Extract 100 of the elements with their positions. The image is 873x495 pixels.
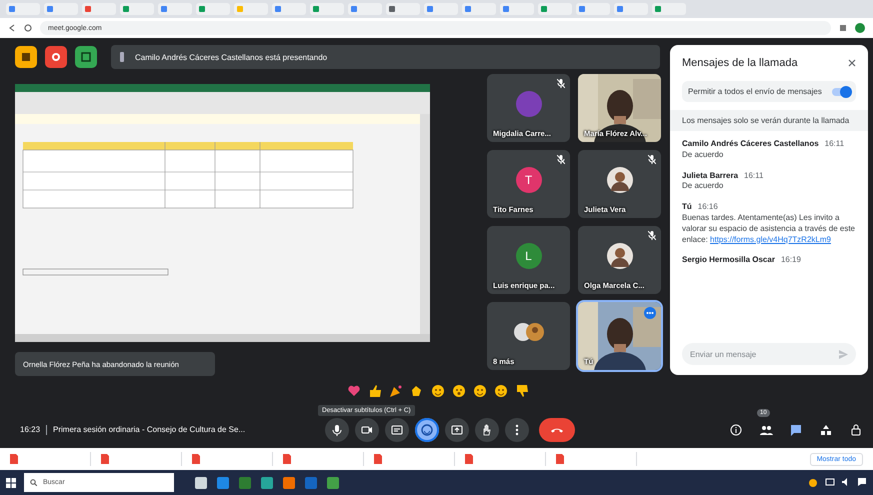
browser-tab[interactable] [576,3,610,15]
favicon-icon [579,6,585,12]
browser-tab[interactable] [538,3,572,15]
message-time: 16:16 [698,202,718,213]
party-popper-icon[interactable] [389,384,403,398]
note-icon [19,50,33,64]
microphone-icon [330,423,344,437]
banner-text: Camilo Andrés Cáceres Castellanos está presentando [135,52,328,62]
favicon-icon [655,6,661,12]
info-icon [729,423,743,437]
calendar-icon [79,50,93,64]
mic-button[interactable] [325,418,349,442]
activities-icon [819,423,833,437]
weather-icon [807,476,819,488]
record-icon [49,50,63,64]
back-icon[interactable] [8,24,16,32]
chat-icon [789,423,803,437]
lock-icon [849,423,863,437]
more-options-icon[interactable] [644,307,656,319]
message-text: Buenas tardes. Atentamente(as) Les invito a valorar su espacio de asistencia a través de este enlace: https://forms.gle/v4Hq7TzR2kLm9 [682,212,856,246]
close-icon[interactable] [848,59,856,67]
thumbs-down-icon[interactable] [515,384,529,398]
favicon-icon [199,6,205,12]
meeting-title: Primera sesión ordinaria - Consejo de Cultura de Se... [53,425,246,435]
browser-tab[interactable] [348,3,382,15]
browser-tab[interactable] [386,3,420,15]
taskbar-app-icon[interactable] [194,476,208,490]
avatar-initial: L [525,249,532,263]
search-icon [30,479,37,486]
browser-tab[interactable] [424,3,458,15]
windows-start-icon[interactable] [6,478,16,488]
browser-tab[interactable] [614,3,648,15]
taskbar-app-icon[interactable] [326,476,340,490]
end-button[interactable] [539,418,575,442]
panel-title: Mensajes de la llamada [682,57,798,69]
placeholder-text: Enviar un mensaje [690,350,756,358]
message-time: 16:11 [744,170,764,182]
notice-text: Los mensajes solo se verán durante la llamada [670,110,868,131]
setting-label: Permitir a todos el envío de mensajes [688,87,822,96]
taskbar-app-icon[interactable] [282,476,296,490]
favicon-icon [161,6,167,12]
captions-icon [390,423,404,437]
favicon-icon [9,6,15,12]
smiling-face-icon[interactable] [473,384,487,398]
smiley-icon [420,423,434,437]
favicon-icon [313,6,319,12]
favicon-icon [237,6,243,12]
browser-tab[interactable] [500,3,534,15]
calendar-button[interactable] [75,46,97,68]
avatar-initial: T [524,173,532,187]
reload-icon[interactable] [24,24,32,32]
message-input-field[interactable]: Enviar un mensaje [682,343,856,365]
browser-tab[interactable] [462,3,496,15]
reactions-button[interactable] [415,418,439,442]
sender-name: Tú [682,202,692,213]
browser-tab[interactable] [310,3,344,15]
people-icon [759,423,773,437]
network-icon [825,476,835,486]
favicon-icon [85,6,91,12]
more-button[interactable] [505,418,529,442]
profile-icon[interactable] [855,23,865,33]
browser-tab[interactable] [158,3,192,15]
captions-button[interactable] [385,418,409,442]
browser-tab[interactable] [6,3,40,15]
browser-tab[interactable] [120,3,154,15]
present-screen-icon [450,423,464,437]
favicon-icon [47,6,53,12]
extension-icon[interactable] [839,24,847,32]
favicon-icon [503,6,509,12]
favicon-icon [541,6,547,12]
browser-tab[interactable] [82,3,116,15]
hand-button[interactable] [475,418,499,442]
record-button[interactable] [45,46,67,68]
browser-tab[interactable] [272,3,306,15]
present-button[interactable] [445,418,469,442]
sender-name: Julieta Barrera [682,170,738,182]
favicon-icon [275,6,281,12]
camera-button[interactable] [355,418,379,442]
heart-icon[interactable] [347,384,361,398]
meeting-time: 16:23 [20,425,40,435]
browser-tab[interactable] [44,3,78,15]
sender-name: Camilo Andrés Cáceres Castellanos [682,139,819,150]
favicon-icon [427,6,433,12]
surprised-face-icon[interactable] [452,384,466,398]
browser-tab[interactable] [652,3,686,15]
note-button[interactable] [15,46,37,68]
favicon-icon [465,6,471,12]
toggle-switch[interactable] [832,88,850,96]
message-text: De acuerdo [682,150,724,161]
message-time: 16:19 [780,255,801,266]
message-text: De acuerdo [682,181,724,192]
favicon-icon [389,6,395,12]
thumbs-up-icon[interactable] [368,384,382,398]
favicon-icon [617,6,623,12]
favicon-icon [123,6,129,12]
browser-tab[interactable] [196,3,230,15]
taskbar-app-icon[interactable] [260,476,274,490]
presenting-icon [119,52,125,62]
notifications-icon [857,476,867,486]
link[interactable]: https://forms.gle/v4Hq7TzR2kLm9 [710,234,831,244]
